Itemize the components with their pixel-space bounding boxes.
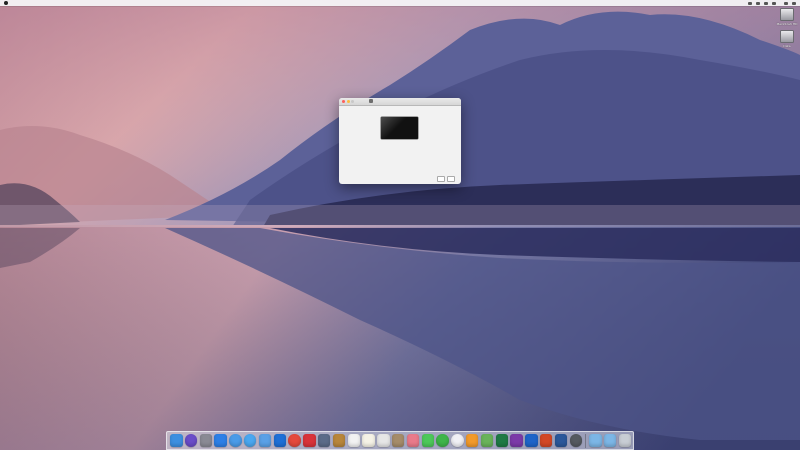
support-button[interactable]	[447, 175, 455, 182]
trash-icon[interactable]	[618, 434, 632, 447]
tab-storage[interactable]	[374, 99, 378, 103]
tab-overview[interactable]	[364, 99, 368, 103]
display-icon	[381, 117, 418, 139]
safari-icon[interactable]	[243, 434, 257, 447]
hard-drive-icon	[780, 30, 794, 43]
volume-icon[interactable]	[764, 1, 768, 5]
desktop-icon-macintosh-hd[interactable]: Macintosh HD	[774, 8, 800, 26]
itunes-icon[interactable]	[451, 434, 464, 447]
siri-icon[interactable]	[184, 434, 198, 447]
tab-memory[interactable]	[379, 99, 383, 103]
menu-bar	[0, 0, 800, 6]
notes-book-icon[interactable]	[332, 434, 346, 447]
tab-service[interactable]	[389, 99, 393, 103]
word-icon[interactable]	[554, 434, 568, 447]
about-this-mac-window	[339, 98, 461, 184]
textedit-icon[interactable]	[377, 434, 390, 447]
apple-menu-icon[interactable]	[4, 1, 8, 5]
dock-separator	[585, 433, 586, 448]
spotlight-icon[interactable]	[784, 1, 788, 5]
outlook-icon[interactable]	[525, 434, 538, 447]
tab-support[interactable]	[384, 99, 388, 103]
activity-monitor-icon[interactable]	[569, 434, 583, 447]
onenote-icon[interactable]	[510, 434, 523, 447]
status-menu-icon[interactable]	[748, 1, 752, 5]
preview-icon[interactable]	[391, 434, 405, 447]
desktop-wallpaper	[0, 0, 800, 450]
network-icon[interactable]	[229, 434, 242, 447]
tv-icon[interactable]	[303, 434, 316, 447]
dock	[166, 431, 634, 450]
folder-icon[interactable]	[603, 434, 617, 447]
notification-center-icon[interactable]	[792, 1, 796, 5]
window-content	[339, 106, 461, 184]
calendar-icon[interactable]	[347, 434, 361, 447]
desktop-icon-label: Macintosh HD	[776, 22, 798, 26]
downloads-icon[interactable]	[589, 434, 602, 447]
zoom-icon[interactable]	[351, 100, 354, 103]
books-icon[interactable]	[465, 434, 479, 447]
window-titlebar[interactable]	[339, 98, 461, 106]
excel-icon[interactable]	[495, 434, 509, 447]
hard-drive-icon	[780, 8, 794, 21]
battery-icon[interactable]	[772, 1, 776, 5]
notes-icon[interactable]	[362, 434, 375, 447]
desktop-icon-data[interactable]: Data	[774, 30, 800, 48]
finder-icon[interactable]	[170, 434, 183, 447]
wifi-icon[interactable]	[756, 1, 760, 5]
desktop-icon-label: Data	[783, 44, 791, 48]
system-prefs-icon[interactable]	[317, 434, 331, 447]
maps-icon[interactable]	[480, 434, 494, 447]
close-icon[interactable]	[342, 100, 345, 103]
mail-icon[interactable]	[258, 434, 272, 447]
launchpad-icon[interactable]	[199, 434, 213, 447]
xcode-icon[interactable]	[273, 434, 287, 447]
app-store-icon[interactable]	[214, 434, 227, 447]
powerpoint-icon[interactable]	[539, 434, 553, 447]
minimize-icon[interactable]	[346, 100, 350, 103]
facetime-icon[interactable]	[436, 434, 449, 447]
messages-icon[interactable]	[421, 434, 435, 447]
tab-displays[interactable]	[369, 99, 373, 104]
tab-bar	[364, 99, 393, 104]
chrome-icon[interactable]	[288, 434, 301, 447]
photos-icon[interactable]	[406, 434, 420, 447]
display-preferences-button[interactable]	[437, 175, 445, 182]
